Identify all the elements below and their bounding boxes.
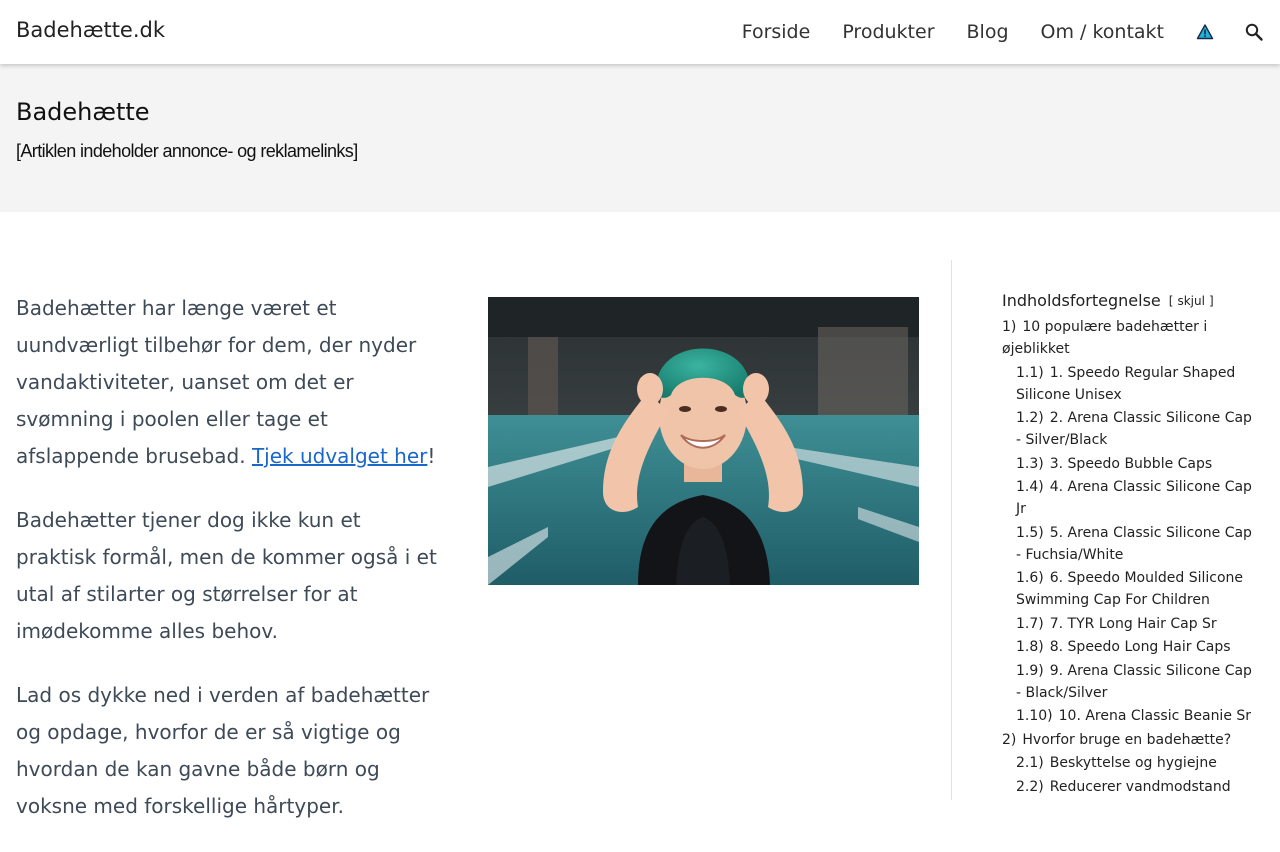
nav-om-kontakt[interactable]: Om / kontakt	[1041, 21, 1164, 43]
toc-item-number: 1.6)	[1016, 570, 1044, 586]
main-nav: Forside Produkter Blog Om / kontakt	[742, 0, 1280, 64]
toc-item[interactable]: 1.3) 3. Speedo Bubble Caps	[1002, 453, 1252, 475]
toc-item-number: 1.8)	[1016, 639, 1044, 655]
toc-item-link[interactable]: 3. Speedo Bubble Caps	[1050, 456, 1212, 472]
toc-item-link[interactable]: 5. Arena Classic Silicone Cap - Fuchsia/…	[1016, 525, 1252, 563]
toc-item[interactable]: 1.1) 1. Speedo Regular Shaped Silicone Un…	[1002, 362, 1252, 406]
toc-item-number: 1.10)	[1016, 708, 1053, 724]
product-range-link[interactable]: Tjek udvalget her	[252, 444, 427, 468]
toc-item-number: 1.5)	[1016, 524, 1044, 541]
toc-item[interactable]: 1.4) 4. Arena Classic Silicone Cap Jr	[1002, 476, 1252, 520]
paragraph-3: Lad os dykke ned i verden af badehætter …	[16, 683, 430, 818]
page-hero: Badehætte [Artiklen indeholder annonce- …	[0, 64, 1280, 212]
toc-item-link[interactable]: Hvorfor bruge en badehætte?	[1022, 732, 1231, 748]
toc-item-number: 2)	[1002, 731, 1017, 748]
site-header: Badehætte.dk Forside Produkter Blog Om /…	[0, 0, 1280, 64]
toc-item-number: 1.3)	[1016, 455, 1044, 472]
toc-item-number: 2.2)	[1016, 778, 1044, 795]
toc-item-link[interactable]: 8. Speedo Long Hair Caps	[1050, 639, 1231, 655]
toc-item-link[interactable]: 4. Arena Classic Silicone Cap Jr	[1016, 479, 1252, 517]
toc-item[interactable]: 2.1) Beskyttelse og hygiejne	[1002, 752, 1252, 774]
article-body: Badehætter har længe været et uundværlig…	[16, 290, 444, 852]
toc-item-link[interactable]: 6. Speedo Moulded Silicone Swimming Cap …	[1016, 570, 1243, 608]
toc-item-number: 1.2)	[1016, 410, 1044, 426]
toc-item-link[interactable]: 10. Arena Classic Beanie Sr	[1059, 708, 1251, 724]
table-of-contents: Indholdsfortegnelse [skjul] 1) 10 populær…	[1002, 291, 1252, 799]
nav-blog[interactable]: Blog	[967, 21, 1009, 43]
toc-item-number: 1.7)	[1016, 615, 1044, 632]
toc-item[interactable]: 1.6) 6. Speedo Moulded Silicone Swimming …	[1002, 567, 1252, 611]
swimmer-photo	[488, 297, 919, 585]
toc-item[interactable]: 1.9) 9. Arena Classic Silicone Cap - Blac…	[1002, 660, 1252, 704]
intro-paragraph: Badehætter har længe været et uundværlig…	[16, 296, 436, 468]
toc-item-number: 2.1)	[1016, 755, 1044, 771]
toc-item-number: 1.1)	[1016, 364, 1044, 381]
toc-list: 1) 10 populære badehætter i øjeblikket 1.1…	[1002, 316, 1252, 798]
toc-item[interactable]: 1.8) 8. Speedo Long Hair Caps	[1002, 636, 1252, 658]
toc-item-number: 1)	[1002, 319, 1017, 335]
ad-disclaimer: [Artiklen indeholder annonce- og reklame…	[16, 141, 358, 161]
paragraph-2: Badehætter tjener dog ikke kun et prakti…	[16, 508, 437, 643]
toc-item-link[interactable]: 7. TYR Long Hair Cap Sr	[1050, 616, 1217, 632]
search-icon[interactable]	[1244, 22, 1264, 42]
toc-header: Indholdsfortegnelse [skjul]	[1002, 291, 1252, 310]
toc-item-link[interactable]: 9. Arena Classic Silicone Cap - Black/Si…	[1016, 663, 1252, 701]
page-title: Badehætte	[16, 98, 150, 126]
toc-item-number: 1.4)	[1016, 479, 1044, 495]
nav-forside[interactable]: Forside	[742, 21, 811, 43]
toc-item-link[interactable]: Reducerer vandmodstand	[1050, 779, 1231, 795]
toc-item[interactable]: 1.5) 5. Arena Classic Silicone Cap - Fuch…	[1002, 522, 1252, 566]
toc-item-link[interactable]: 10 populære badehætter i øjeblikket	[1002, 319, 1207, 357]
toc-item[interactable]: 2.2) Reducerer vandmodstand	[1002, 776, 1252, 798]
toc-item-link[interactable]: Beskyttelse og hygiejne	[1050, 755, 1217, 771]
toc-title: Indholdsfortegnelse	[1002, 291, 1161, 310]
toc-item[interactable]: 1.10) 10. Arena Classic Beanie Sr	[1002, 705, 1252, 727]
toc-item[interactable]: 1.7) 7. TYR Long Hair Cap Sr	[1002, 613, 1252, 635]
toc-item-number: 1.9)	[1016, 662, 1044, 679]
toc-item-link[interactable]: 2. Arena Classic Silicone Cap - Silver/B…	[1016, 410, 1252, 448]
sidebar-divider	[951, 260, 952, 800]
warning-triangle-icon[interactable]	[1196, 23, 1214, 41]
toc-hide-link[interactable]: skjul	[1177, 294, 1204, 308]
nav-produkter[interactable]: Produkter	[842, 21, 934, 43]
site-logo-link[interactable]: Badehætte.dk	[16, 18, 165, 42]
toc-item[interactable]: 1.2) 2. Arena Classic Silicone Cap - Silv…	[1002, 407, 1252, 451]
toc-toggle: [skjul]	[1168, 293, 1214, 308]
toc-item-link[interactable]: 1. Speedo Regular Shaped Silicone Unisex	[1016, 365, 1235, 403]
toc-item[interactable]: 1) 10 populære badehætter i øjeblikket	[1002, 316, 1252, 360]
toc-item[interactable]: 2) Hvorfor bruge en badehætte?	[1002, 729, 1252, 751]
